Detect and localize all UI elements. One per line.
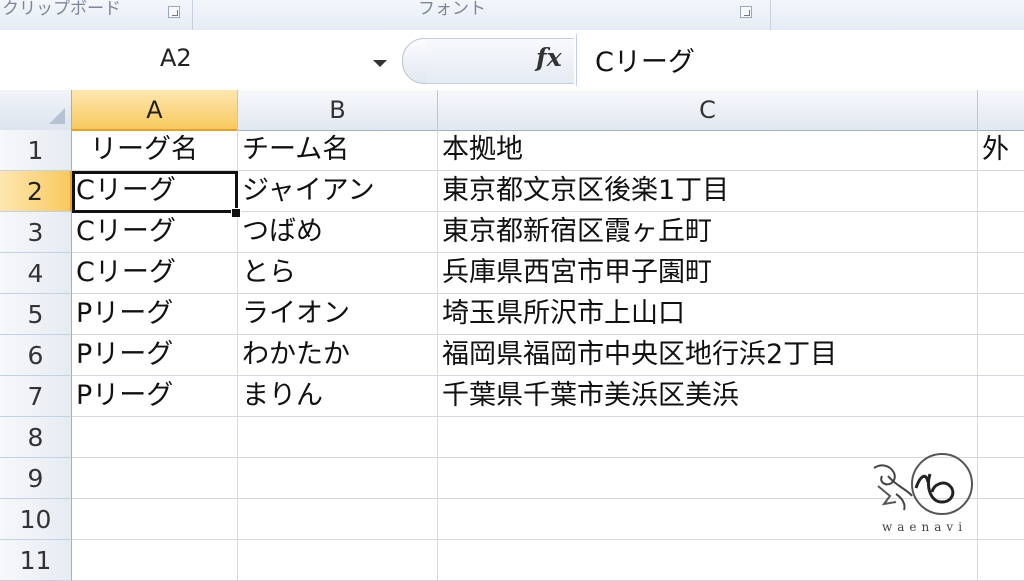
watermark-text: waenavi [882,520,968,534]
cell-b5[interactable]: ライオン [238,294,438,335]
row-header-7[interactable]: 7 [0,376,72,417]
cell-d8[interactable] [978,417,1024,458]
row-header-8[interactable]: 8 [0,417,72,458]
row-header-11[interactable]: 11 [0,540,72,581]
formula-text: Cリーグ [595,47,695,78]
cell-c1[interactable]: 本拠地 [438,130,978,171]
ribbon-group-font: フォント [196,0,768,30]
formula-bar-splitter[interactable] [402,38,428,84]
cell-d6[interactable] [978,335,1024,376]
cell-c5[interactable]: 埼玉県所沢市上山口 [438,294,978,335]
column-header-c[interactable]: C [438,90,978,131]
font-launcher-icon[interactable] [740,6,752,18]
cell-d2[interactable] [978,171,1024,212]
select-all-triangle-icon [49,108,65,124]
cell-b3[interactable]: つばめ [238,212,438,253]
cell-a5[interactable]: Pリーグ [72,294,238,335]
row-header-1[interactable]: 1 [0,130,72,171]
cell-d5[interactable] [978,294,1024,335]
cell-d4[interactable] [978,253,1024,294]
cell-a3[interactable]: Cリーグ [72,212,238,253]
cell-c4[interactable]: 兵庫県西宮市甲子園町 [438,253,978,294]
cell-a8[interactable] [72,417,238,458]
cell-a10[interactable] [72,499,238,540]
cell-b8[interactable] [238,417,438,458]
name-box[interactable]: A2 [0,34,398,86]
fill-handle[interactable] [231,208,241,218]
cell-b7[interactable]: まりん [238,376,438,417]
cell-a11[interactable] [72,540,238,581]
ribbon-separator [192,0,193,30]
waenavi-logo-icon [873,453,973,515]
cell-c11[interactable] [438,540,978,581]
row-header-2[interactable]: 2 [0,171,72,212]
row-header-9[interactable]: 9 [0,458,72,499]
cell-d7[interactable] [978,376,1024,417]
row-header-3[interactable]: 3 [0,212,72,253]
formula-input[interactable]: Cリーグ [576,34,1024,86]
fx-icon[interactable]: fx [536,43,562,72]
cell-b10[interactable] [238,499,438,540]
cell-a6[interactable]: Pリーグ [72,335,238,376]
column-header-b[interactable]: B [238,90,438,131]
cell-b1[interactable]: チーム名 [238,130,438,171]
cell-c3[interactable]: 東京都新宿区霞ヶ丘町 [438,212,978,253]
cell-d11[interactable] [978,540,1024,581]
cell-b11[interactable] [238,540,438,581]
cell-a2[interactable]: Cリーグ [72,171,238,212]
cell-d10[interactable] [978,499,1024,540]
ribbon-separator [770,0,771,30]
select-all-button[interactable] [0,90,72,131]
row-header-6[interactable]: 6 [0,335,72,376]
cell-c2[interactable]: 東京都文京区後楽1丁目 [438,171,978,212]
waenavi-logo: waenavi [868,446,978,546]
ribbon: クリップボード フォント [0,0,1024,31]
ribbon-group-clipboard-label: クリップボード [2,0,121,19]
name-box-dropdown-icon[interactable] [373,60,387,67]
cell-a4[interactable]: Cリーグ [72,253,238,294]
column-header-d[interactable] [978,90,1024,131]
row-header-4[interactable]: 4 [0,253,72,294]
cell-b2[interactable]: ジャイアン [238,171,438,212]
row-header-5[interactable]: 5 [0,294,72,335]
cell-d9[interactable] [978,458,1024,499]
name-box-value: A2 [160,44,192,72]
column-header-a[interactable]: A [72,90,238,131]
clipboard-launcher-icon[interactable] [168,6,180,18]
cell-c6[interactable]: 福岡県福岡市中央区地行浜2丁目 [438,335,978,376]
formula-bar: A2 fx Cリーグ [0,30,1024,91]
cell-a7[interactable]: Pリーグ [72,376,238,417]
cell-d3[interactable] [978,212,1024,253]
cell-b6[interactable]: わかたか [238,335,438,376]
cell-b9[interactable] [238,458,438,499]
cell-d1[interactable]: 外 [978,130,1024,171]
row-header-10[interactable]: 10 [0,499,72,540]
ribbon-group-font-label: フォント [418,0,486,19]
cell-a9[interactable] [72,458,238,499]
ribbon-group-clipboard: クリップボード [0,0,192,30]
cell-a1[interactable]: リーグ名 [72,130,238,171]
insert-function-button[interactable]: fx [426,38,574,84]
cell-b4[interactable]: とら [238,253,438,294]
cell-c7[interactable]: 千葉県千葉市美浜区美浜 [438,376,978,417]
